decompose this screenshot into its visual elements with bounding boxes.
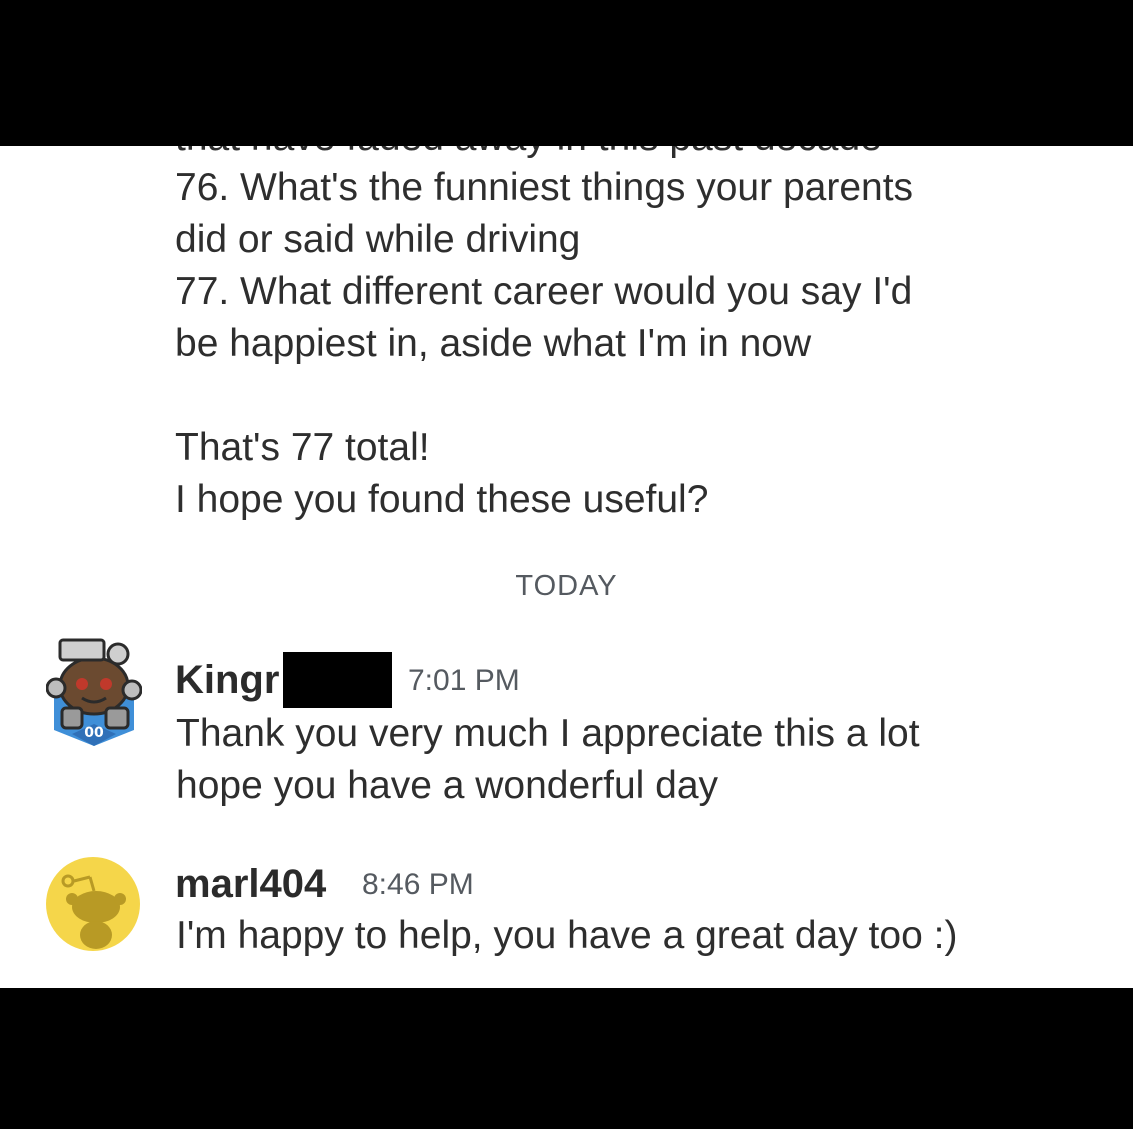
message-timestamp: 8:46 PM bbox=[362, 868, 474, 901]
message-line: be happiest in, aside what I'm in now bbox=[175, 322, 812, 365]
message-line: did or said while driving bbox=[175, 218, 581, 261]
redaction-box bbox=[283, 652, 392, 708]
message-line: 77. What different career would you say … bbox=[175, 270, 913, 313]
snoo-football-avatar-icon[interactable]: 00 bbox=[45, 634, 143, 746]
message-author[interactable]: Kingr bbox=[175, 658, 279, 703]
message-line: 76. What's the funniest things your pare… bbox=[175, 166, 914, 209]
svg-text:00: 00 bbox=[84, 725, 104, 741]
snoo-default-avatar-icon[interactable] bbox=[46, 857, 140, 951]
message-line: That's 77 total! bbox=[175, 426, 430, 469]
bottom-black-bar bbox=[0, 988, 1133, 1129]
message-line: hope you have a wonderful day bbox=[176, 764, 719, 807]
message-line: I hope you found these useful? bbox=[175, 478, 709, 521]
date-separator: TODAY bbox=[515, 570, 618, 602]
message-line: I'm happy to help, you have a great day … bbox=[176, 914, 958, 957]
message-author[interactable]: marl404 bbox=[175, 862, 326, 907]
message-line: Thank you very much I appreciate this a … bbox=[176, 712, 920, 755]
message-timestamp: 7:01 PM bbox=[408, 664, 520, 697]
top-black-bar bbox=[0, 0, 1133, 146]
chat-thread[interactable]: that have faded away in this past decade… bbox=[0, 146, 1133, 988]
